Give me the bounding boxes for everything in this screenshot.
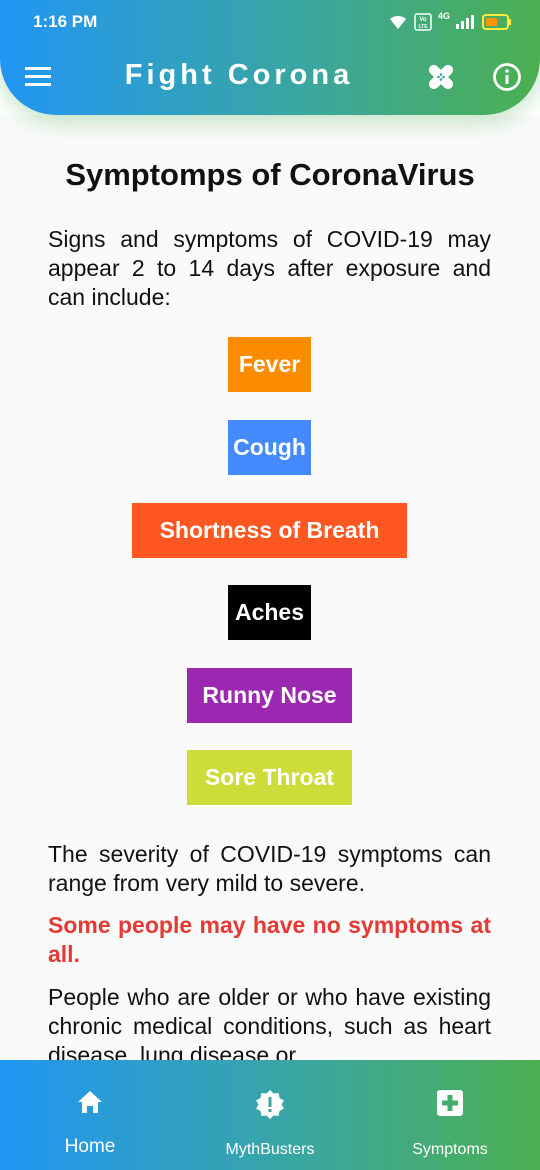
home-icon: [78, 1091, 102, 1113]
status-time: 1:16 PM: [33, 12, 98, 31]
bandage-button[interactable]: [422, 58, 460, 96]
nav-label-home: Home: [64, 1136, 116, 1157]
nav-icon-wrap-symptoms: [365, 1089, 535, 1119]
volte-icon: Vo LTE: [414, 13, 432, 31]
status-bar: 1:16 PM Vo LTE 4G: [0, 0, 540, 44]
nav-label-mythbusters: MythBusters: [225, 1141, 315, 1158]
nav-label-symptoms: Symptoms: [412, 1141, 488, 1158]
battery-icon: [482, 14, 511, 30]
app-header: 1:16 PM Vo LTE 4G Fight Corona: [0, 0, 540, 115]
info-button[interactable]: [488, 58, 526, 96]
status-icons: Vo LTE 4G: [388, 11, 512, 32]
nav-icon-wrap-home: [5, 1089, 175, 1119]
severity-text: The severity of COVID-19 symptoms can ra…: [48, 841, 491, 896]
page-title: Symptomps of CoronaVirus: [65, 157, 475, 192]
nav-item-home[interactable]: Home: [5, 1060, 175, 1170]
network-type: 4G: [437, 11, 450, 21]
symptom-chip-shortness-of-breath: Shortness of Breath: [132, 503, 407, 558]
symptom-chip-runny-nose: Runny Nose: [187, 668, 352, 723]
intro-text: Signs and symptoms of COVID-19 may appea…: [48, 226, 491, 310]
wifi-icon: [389, 15, 406, 29]
svg-text:LTE: LTE: [418, 24, 428, 30]
nav-item-symptoms[interactable]: Symptoms: [365, 1060, 535, 1170]
bandage-icon: [428, 64, 454, 90]
app-title: Fight Corona: [124, 59, 354, 91]
nav-item-mythbusters[interactable]: MythBusters: [185, 1060, 355, 1170]
symptom-chip-aches: Aches: [228, 585, 311, 640]
symptoms-content[interactable]: Symptomps of CoronaVirus Signs and sympt…: [0, 115, 540, 1060]
medical-cross-icon: [437, 1090, 463, 1116]
symptom-chip-sore-throat: Sore Throat: [187, 750, 352, 805]
app-bar: Fight Corona: [0, 44, 540, 112]
nav-icon-wrap-mythbusters: [185, 1089, 355, 1119]
warning-text: Some people may have no symptoms at all.: [48, 912, 491, 967]
symptom-chip-fever: Fever: [228, 337, 311, 392]
older-people-text: People who are older or who have existin…: [48, 984, 491, 1060]
symptom-chip-cough: Cough: [228, 420, 311, 475]
info-icon: [493, 63, 521, 91]
signal-icon: [456, 15, 474, 29]
svg-text:Vo: Vo: [419, 17, 427, 23]
alert-badge-icon: [256, 1090, 284, 1119]
bottom-navigation: Home MythBusters Symptoms: [0, 1060, 540, 1170]
